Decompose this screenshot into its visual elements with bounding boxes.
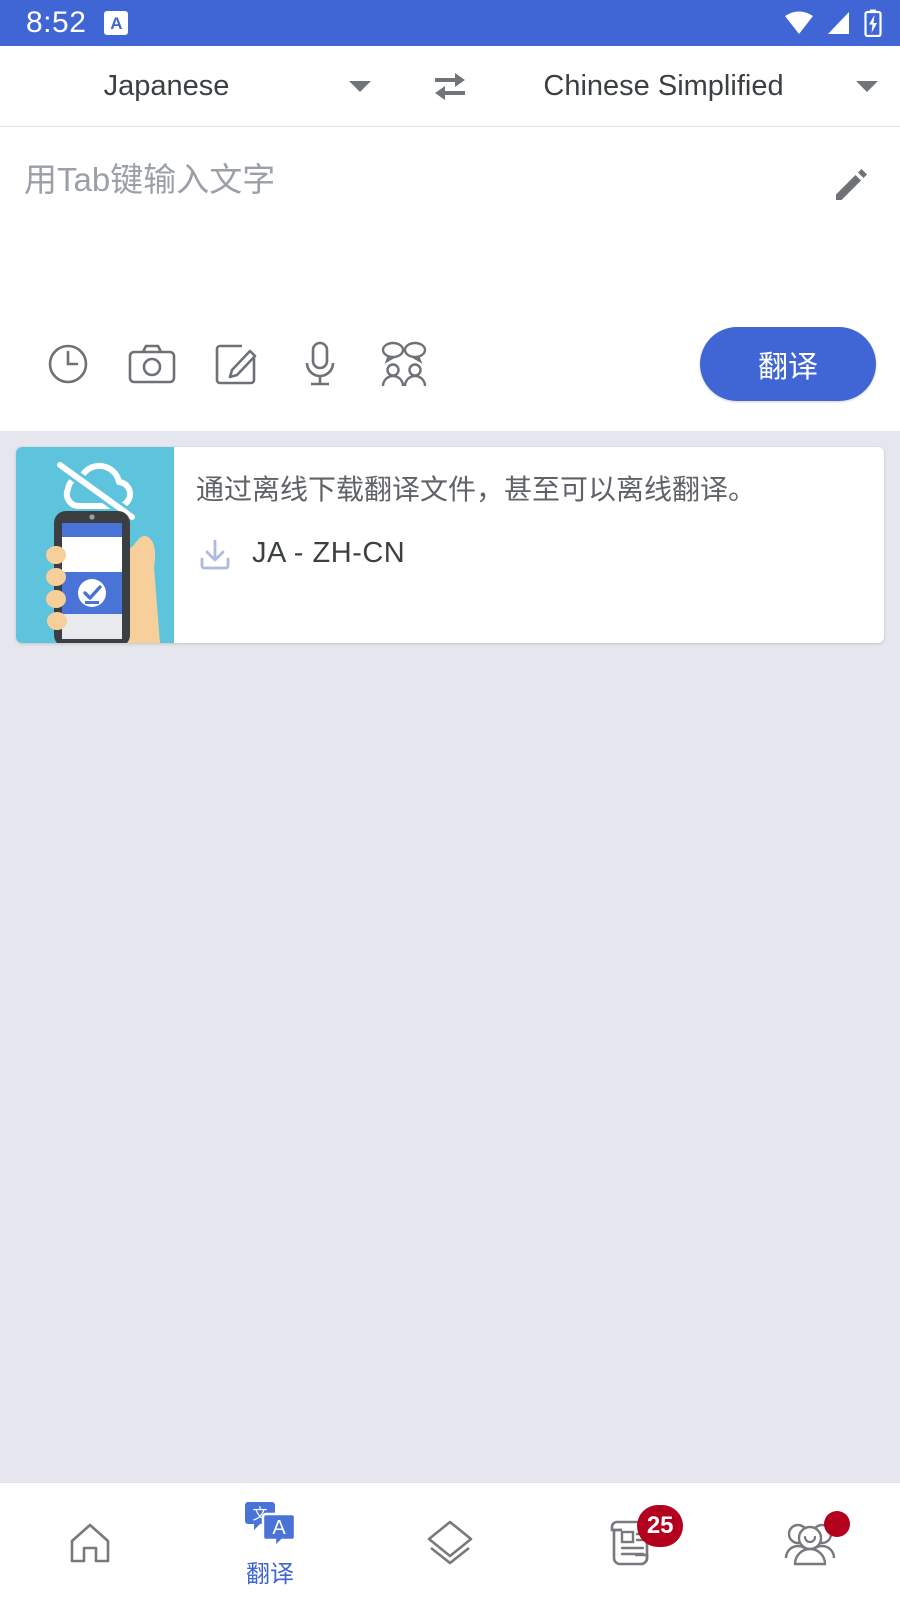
- caret-down-icon: [349, 80, 371, 92]
- nav-item-feed[interactable]: 25: [540, 1483, 720, 1600]
- svg-text:A: A: [272, 1517, 286, 1539]
- offline-illustration-art: [46, 460, 160, 643]
- text-input-area[interactable]: 用Tab键输入文字: [0, 127, 900, 327]
- source-text-input[interactable]: 用Tab键输入文字: [24, 159, 830, 200]
- nav-item-translate-label: 翻译: [246, 1561, 294, 1588]
- handwriting-icon[interactable]: [194, 331, 278, 397]
- swap-horizontal-icon: [435, 73, 465, 100]
- nav-item-community-badge: [824, 1511, 851, 1537]
- offline-download-card[interactable]: 通过离线下载翻译文件，甚至可以离线翻译。 JA - ZH-CN: [16, 447, 884, 643]
- pencil-icon: [836, 169, 867, 200]
- wifi-icon: [785, 11, 813, 34]
- battery-charging-icon: [864, 9, 882, 37]
- translate-icon: 文 A: [242, 1494, 298, 1550]
- status-bar: 8:52 A: [0, 0, 900, 46]
- nav-item-community[interactable]: [720, 1483, 900, 1600]
- source-language-label: Japanese: [103, 69, 230, 102]
- bottom-navigation-bar: 文 A 翻译 25: [0, 1482, 900, 1600]
- offline-card-message: 通过离线下载翻译文件，甚至可以离线翻译。: [196, 474, 757, 505]
- nav-item-cards[interactable]: [360, 1483, 540, 1600]
- layers-icon: [427, 1520, 473, 1564]
- edit-button[interactable]: [830, 165, 870, 210]
- content-area: 通过离线下载翻译文件，甚至可以离线翻译。 JA - ZH-CN: [0, 431, 900, 1482]
- caret-down-icon: [856, 80, 878, 92]
- home-icon: [70, 1523, 110, 1562]
- offline-download-link[interactable]: JA - ZH-CN: [196, 535, 862, 573]
- status-system-icons: [784, 9, 882, 37]
- offline-phone-illustration: [16, 447, 174, 643]
- swap-languages-button[interactable]: [413, 46, 487, 126]
- input-tools-row: 翻译: [0, 327, 900, 423]
- translate-button[interactable]: 翻译: [700, 327, 876, 401]
- nav-item-home[interactable]: [0, 1483, 180, 1600]
- translation-input-card: 用Tab键输入文字 翻译: [0, 126, 900, 431]
- camera-icon[interactable]: [110, 331, 194, 397]
- conversation-icon[interactable]: [362, 331, 446, 397]
- microphone-icon[interactable]: [278, 331, 362, 397]
- download-icon: [200, 539, 230, 570]
- language-selector-bar: Japanese Chinese Simplified: [0, 46, 900, 126]
- cellular-signal-icon: [828, 12, 849, 34]
- nav-item-feed-badge: 25: [637, 1505, 684, 1547]
- target-language-label: Chinese Simplified: [543, 69, 784, 102]
- app-notification-icon: A: [104, 11, 129, 35]
- offline-card-body: 通过离线下载翻译文件，甚至可以离线翻译。 JA - ZH-CN: [174, 447, 884, 643]
- nav-item-translate[interactable]: 文 A 翻译: [180, 1483, 360, 1600]
- target-language-selector[interactable]: Chinese Simplified: [487, 46, 900, 126]
- history-icon[interactable]: [26, 331, 110, 397]
- translate-app-screen: 8:52 A Japanese Chinese Simplified 用Tab键…: [0, 0, 900, 1600]
- offline-download-label: JA - ZH-CN: [252, 537, 406, 570]
- status-notification-icons: A: [104, 11, 129, 35]
- status-time: 8:52: [26, 6, 87, 39]
- source-language-selector[interactable]: Japanese: [0, 46, 413, 126]
